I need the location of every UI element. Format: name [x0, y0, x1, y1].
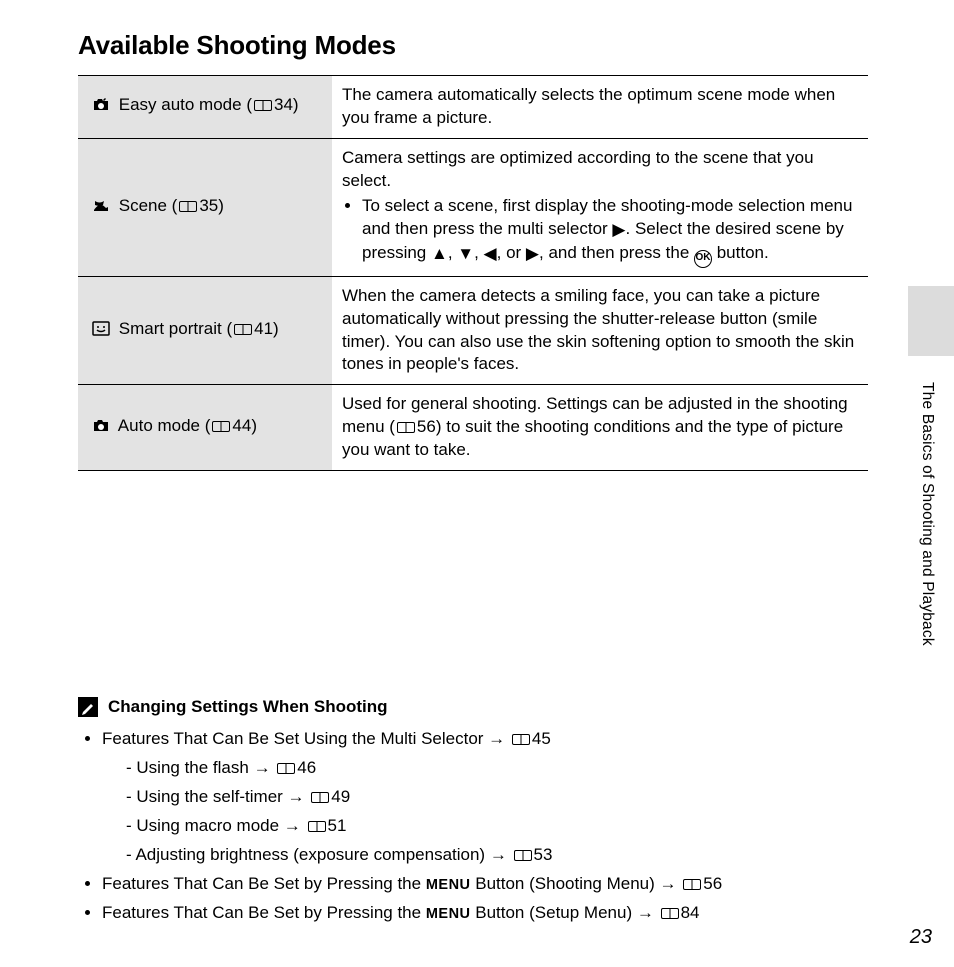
mode-cell: Smart portrait (41): [78, 276, 332, 385]
page-ref: 46: [297, 758, 316, 777]
menu-button-label: MENU: [426, 877, 471, 893]
item-text: Button (Shooting Menu): [471, 874, 655, 893]
item-text: Button (Setup Menu): [471, 903, 633, 922]
item-text: Adjusting brightness (exposure compensat…: [135, 845, 485, 864]
table-row: Smart portrait (41) When the camera dete…: [78, 276, 868, 385]
page-ref: 35: [199, 196, 218, 215]
right-arrow-icon: ▶: [526, 243, 539, 266]
page-ref: 45: [532, 729, 551, 748]
ok-button-icon: OK: [694, 250, 712, 268]
mode-description: When the camera detects a smiling face, …: [332, 276, 868, 385]
mode-cell: Auto mode (44): [78, 385, 332, 471]
mode-name: Auto mode: [118, 416, 200, 435]
note-heading: Changing Settings When Shooting: [78, 697, 894, 717]
easy-auto-icon: [92, 96, 110, 119]
note-pencil-icon: [78, 697, 98, 717]
page-ref-icon: [659, 903, 681, 922]
list-item: Features That Can Be Set Using the Multi…: [102, 725, 858, 869]
page-ref: 84: [681, 903, 700, 922]
desc-text: , and then press the: [539, 243, 694, 262]
down-arrow-icon: ▼: [457, 243, 474, 266]
item-text: Features That Can Be Set by Pressing the: [102, 874, 426, 893]
item-text: Features That Can Be Set by Pressing the: [102, 903, 426, 922]
smart-portrait-icon: [92, 320, 110, 343]
page-number: 23: [910, 926, 932, 949]
page-title: Available Shooting Modes: [78, 30, 894, 61]
item-text: Using macro mode: [136, 816, 279, 835]
mode-name: Scene: [119, 196, 167, 215]
list-item: Adjusting brightness (exposure compensat…: [126, 841, 858, 870]
mode-description: The camera automatically selects the opt…: [332, 76, 868, 139]
desc-text: button.: [712, 243, 769, 262]
page-ref-icon: [681, 874, 703, 893]
table-row: Easy auto mode (34) The camera automatic…: [78, 76, 868, 139]
page-ref: 34: [274, 95, 293, 114]
mode-cell: Scene (35): [78, 138, 332, 276]
desc-text: Camera settings are optimized according …: [342, 148, 814, 190]
table-row: Auto mode (44) Used for general shooting…: [78, 385, 868, 471]
page-ref-icon: [210, 416, 232, 435]
auto-mode-icon: [92, 417, 110, 440]
modes-table: Easy auto mode (34) The camera automatic…: [78, 75, 868, 471]
list-item: Features That Can Be Set by Pressing the…: [102, 870, 858, 899]
note-list: Features That Can Be Set Using the Multi…: [78, 725, 894, 927]
page-ref: 44: [232, 416, 251, 435]
list-item: Using macro mode → 51: [126, 812, 858, 841]
page-ref-icon: [512, 845, 534, 864]
list-item: Using the flash → 46: [126, 754, 858, 783]
mode-name: Smart portrait: [119, 319, 222, 338]
item-text: Using the self-timer: [136, 787, 282, 806]
scene-icon: [92, 197, 110, 220]
page-ref-icon: [510, 729, 532, 748]
table-row: Scene (35) Camera settings are optimized…: [78, 138, 868, 276]
page-ref: 56: [703, 874, 722, 893]
page-ref: 56: [417, 417, 436, 436]
page-ref: 51: [328, 816, 347, 835]
page-ref-icon: [306, 816, 328, 835]
page-ref: 41: [254, 319, 273, 338]
menu-button-label: MENU: [426, 906, 471, 922]
item-text: Using the flash: [136, 758, 248, 777]
left-arrow-icon: ◀: [484, 243, 497, 266]
right-arrow-icon: ▶: [612, 219, 625, 242]
mode-description: Used for general shooting. Settings can …: [332, 385, 868, 471]
page-ref-icon: [252, 95, 274, 114]
list-item: Using the self-timer → 49: [126, 783, 858, 812]
page-ref-icon: [395, 417, 417, 436]
mode-cell: Easy auto mode (34): [78, 76, 332, 139]
page-ref-icon: [275, 758, 297, 777]
page-ref-icon: [232, 319, 254, 338]
page-ref-icon: [177, 196, 199, 215]
mode-name: Easy auto mode: [119, 95, 242, 114]
page-ref: 49: [331, 787, 350, 806]
up-arrow-icon: ▲: [431, 243, 448, 266]
note-title: Changing Settings When Shooting: [108, 697, 388, 717]
page-ref: 53: [534, 845, 553, 864]
list-item: Features That Can Be Set by Pressing the…: [102, 899, 858, 928]
page-ref-icon: [309, 787, 331, 806]
item-text: Features That Can Be Set Using the Multi…: [102, 729, 483, 748]
mode-description: Camera settings are optimized according …: [332, 138, 868, 276]
